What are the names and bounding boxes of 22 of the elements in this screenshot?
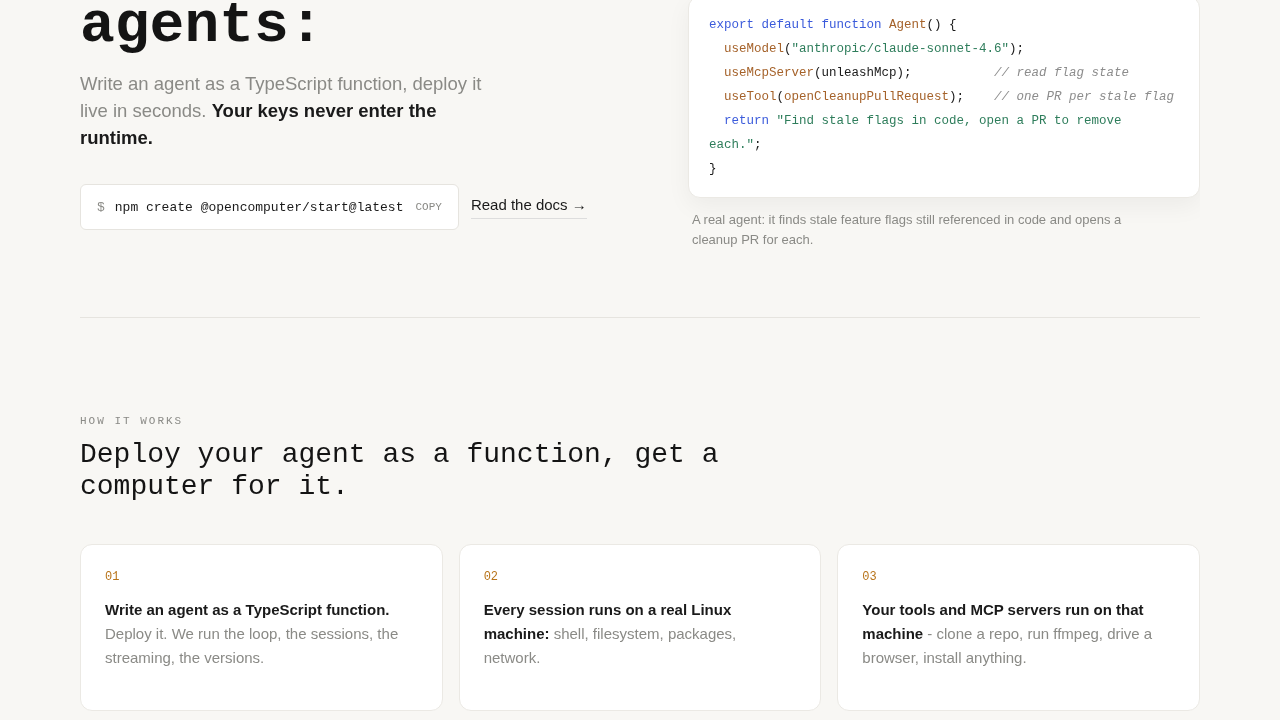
- step-description: Your tools and MCP servers run on that machine - clone a repo, run ffmpeg, drive a browser, install anything.: [862, 600, 1154, 668]
- step-description: Every session runs on a real Linux machine: shell, filesystem, packages, network.: [483, 600, 738, 668]
- hero-heading: agents:: [80, 0, 325, 56]
- copy-button[interactable]: COPY: [413, 201, 442, 213]
- command-field[interactable]: $ npm create @opencomputer/start@latest COPY: [80, 184, 459, 230]
- docs-link[interactable]: Read the docs →: [470, 195, 587, 219]
- step-description: Write an agent as a TypeScript function. Deploy it. We run the loop, the sessions, the streaming, the versions.: [105, 600, 400, 668]
- step-number: 03: [862, 570, 878, 584]
- code-line: return "Find stale flags in code, open a PR to remove each.";: [709, 113, 1123, 154]
- step-number: 01: [105, 570, 121, 584]
- hero-description: Write an agent as a TypeScript function, deploy it live in seconds. Your keys never enter the runtime.: [80, 72, 483, 150]
- code-line: export default function Agent() {: [709, 17, 958, 34]
- code-line: useMcpServer(unleashMcp); // read flag state: [723, 65, 1131, 82]
- code-line: useTool(openCleanupPullRequest); // one PR per stale flag: [723, 89, 1176, 106]
- section-eyebrow: HOW IT WORKS: [80, 415, 185, 427]
- step-number: 02: [483, 570, 500, 584]
- command-text: npm create @opencomputer/start@latest: [114, 199, 404, 215]
- code-line: }: [709, 161, 718, 178]
- section-heading: Deploy your agent as a function, get a computer for it.: [80, 439, 720, 503]
- code-caption: A real agent: it finds stale feature flags still referenced in code and opens a cleanup PR for each.: [692, 211, 1123, 249]
- code-line: useModel("anthropic/claude-sonnet-4.6");: [723, 41, 1026, 58]
- prompt-symbol: $: [97, 199, 105, 215]
